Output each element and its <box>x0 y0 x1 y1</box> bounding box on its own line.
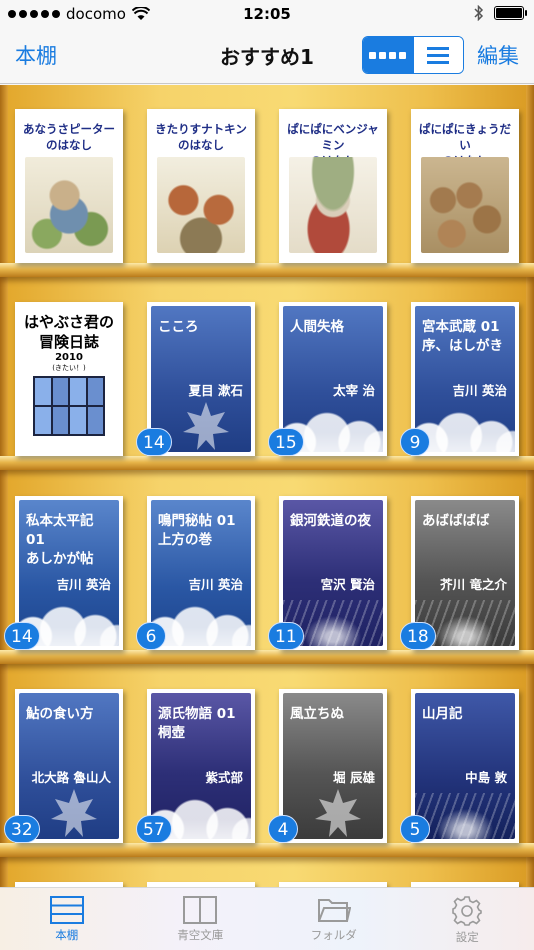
gear-icon <box>452 896 483 926</box>
folder-icon <box>317 899 351 922</box>
book-title: 銀河鉄道の夜 <box>290 513 371 529</box>
book-badge: 6 <box>136 622 166 650</box>
book-title: のはなし <box>178 138 224 152</box>
book-badge: 32 <box>4 815 40 843</box>
edit-button[interactable]: 編集 <box>477 40 519 70</box>
tab-label: フォルダ <box>310 928 357 942</box>
book-badge: 15 <box>268 428 304 456</box>
book-author: 夏目 漱石 <box>188 383 243 398</box>
book-title: あなうさピーター <box>23 122 115 136</box>
book-badge: 57 <box>136 815 172 843</box>
book-title: のはなし <box>46 138 92 152</box>
book-title: 鳴門秘帖 01 上方の巻 <box>158 513 236 548</box>
book-author: 芥川 竜之介 <box>440 577 507 592</box>
book-title: 人間失格 <box>290 319 344 335</box>
book-badge: 14 <box>4 622 40 650</box>
book-badge: 4 <box>268 815 298 843</box>
book-title: 山月記 <box>422 706 463 722</box>
book-title: 冒険日誌 <box>38 333 99 351</box>
tab-folder[interactable]: フォルダ <box>267 888 401 950</box>
book-title: あばばばば <box>422 513 490 529</box>
book-author: 吉川 英治 <box>188 577 243 592</box>
book-author: 中島 敦 <box>465 770 507 785</box>
book-peter-rabbit[interactable]: あなうさピーター のはなし <box>15 109 123 263</box>
battery-icon <box>494 6 527 20</box>
cover-illustration <box>25 157 113 253</box>
shelf-plank <box>0 843 534 857</box>
book-title: 宮本武蔵 01 序、はしがき <box>422 319 503 354</box>
book-title: 源氏物語 01 桐壺 <box>158 706 236 741</box>
list-view-button[interactable] <box>412 37 464 73</box>
bookshelf-icon <box>49 896 84 924</box>
book-title: 風立ちぬ <box>290 706 344 722</box>
book-title: 私本太平記 01 あしかが帖 <box>26 513 94 567</box>
book-year: 2010 <box>55 352 83 363</box>
grid-view-button[interactable] <box>363 37 413 73</box>
book-badge: 11 <box>268 622 304 650</box>
book-badge: 14 <box>136 428 172 456</box>
book-subtitle: (きたい！) <box>52 364 86 372</box>
shelf-plank <box>0 263 534 277</box>
book-author: 紫式部 <box>205 770 243 785</box>
book-author: 宮沢 賢治 <box>320 577 375 592</box>
tab-settings[interactable]: 設定 <box>401 888 534 950</box>
book-flopsy-bunnies[interactable]: ぱにぱにきょうだいのはなし <box>411 109 519 263</box>
book-badge: 18 <box>400 622 436 650</box>
book-title: はやぶさ君の <box>23 313 114 331</box>
cover-illustration <box>33 376 105 436</box>
book-title: 鮎の食い方 <box>26 706 94 722</box>
tab-bookshelf[interactable]: 本棚 <box>0 888 134 950</box>
book-hayabusa[interactable]: はやぶさ君の 冒険日誌 2010 (きたい！) <box>15 302 123 456</box>
view-mode-toggle[interactable] <box>362 36 464 74</box>
navigation-bar: 本棚 おすすめ1 編集 <box>0 30 534 84</box>
shelf-plank <box>0 456 534 470</box>
book-title: ぱにぱにベンジャミン <box>287 122 379 152</box>
status-bar: docomo 12:05 <box>0 0 534 30</box>
list-icon <box>414 46 464 64</box>
cover-illustration <box>157 157 245 253</box>
book-badge: 9 <box>400 428 430 456</box>
cover-illustration <box>289 157 377 253</box>
grid-icon <box>363 51 413 59</box>
book-title: こころ <box>158 319 199 335</box>
book-open-icon <box>183 896 218 924</box>
bookshelf: あなうさピーターのはなし きたりすナトキンのはなし ぱにぱにベンジャミンのはなし… <box>0 85 534 887</box>
tab-aozora-bunko[interactable]: 青空文庫 <box>134 888 268 950</box>
book-title: ぱにぱにきょうだい <box>419 122 511 152</box>
status-time: 12:05 <box>243 5 291 23</box>
book-badge: 5 <box>400 815 430 843</box>
shelf-plank <box>0 650 534 664</box>
tab-label: 青空文庫 <box>177 928 224 942</box>
book-author: 太宰 治 <box>333 383 375 398</box>
book-title: きたりすナトキン <box>155 122 247 136</box>
book-squirrel-nutkin[interactable]: きたりすナトキン のはなし <box>147 109 255 263</box>
book-benjamin-bunny[interactable]: ぱにぱにベンジャミンのはなし <box>279 109 387 263</box>
tab-label: 本棚 <box>55 928 79 942</box>
bluetooth-icon <box>474 5 484 21</box>
book-author: 吉川 英治 <box>56 577 111 592</box>
tab-label: 設定 <box>455 930 479 944</box>
book-author: 堀 辰雄 <box>333 770 375 785</box>
book-author: 北大路 魯山人 <box>31 770 111 785</box>
tab-bar: 本棚 青空文庫 フォルダ 設定 <box>0 887 534 950</box>
cover-illustration <box>421 157 509 253</box>
book-author: 吉川 英治 <box>452 383 507 398</box>
